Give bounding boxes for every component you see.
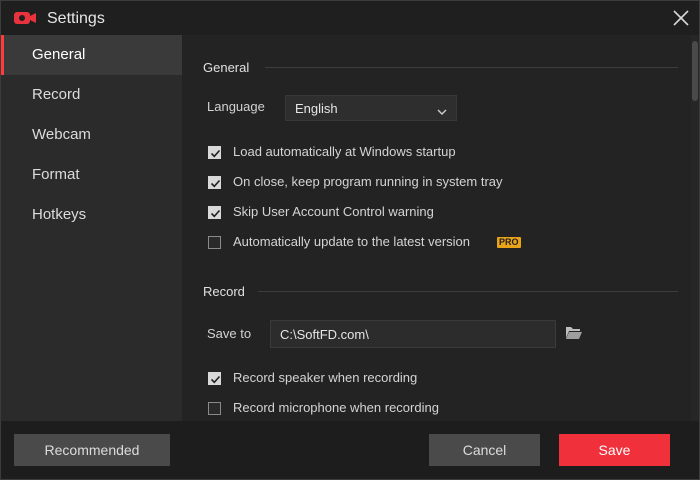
save-to-label: Save to xyxy=(207,326,252,341)
save-path-input[interactable]: C:\SoftFD.com\ xyxy=(270,320,556,348)
sidebar-item-record[interactable]: Record xyxy=(1,75,182,115)
section-title-general: General xyxy=(203,60,250,75)
save-path-value: C:\SoftFD.com\ xyxy=(280,327,369,342)
checkbox-label: Record microphone when recording xyxy=(233,400,439,415)
footer-bar: Recommended Cancel Save xyxy=(1,421,699,479)
checkbox-label: Record speaker when recording xyxy=(233,370,418,385)
checkbox-checked-icon xyxy=(208,372,221,385)
checkbox-label: Automatically update to the latest versi… xyxy=(233,234,471,249)
settings-window: Settings General Record Webcam Format Ho… xyxy=(0,0,700,480)
language-value: English xyxy=(295,101,338,116)
checkbox-unchecked-icon xyxy=(208,402,221,415)
vertical-scrollbar[interactable] xyxy=(691,35,699,421)
checkbox-label: On close, keep program running in system… xyxy=(233,174,503,189)
recommended-button[interactable]: Recommended xyxy=(14,434,170,466)
checkbox-checked-icon xyxy=(208,146,221,159)
settings-panel: General Language English Load automatica… xyxy=(182,35,691,421)
language-label: Language xyxy=(207,99,265,114)
cancel-button[interactable]: Cancel xyxy=(429,434,540,466)
save-button[interactable]: Save xyxy=(559,434,670,466)
checkbox-unchecked-icon xyxy=(208,236,221,249)
pro-badge: PRO xyxy=(497,237,521,248)
sidebar-item-general[interactable]: General xyxy=(1,35,182,75)
scrollbar-thumb[interactable] xyxy=(692,41,698,101)
close-icon[interactable] xyxy=(671,8,691,28)
language-select[interactable]: English xyxy=(285,95,457,121)
window-title: Settings xyxy=(47,10,105,27)
sidebar-item-hotkeys[interactable]: Hotkeys xyxy=(1,195,182,235)
section-divider xyxy=(265,67,678,68)
section-title-record: Record xyxy=(203,284,245,299)
checkbox-checked-icon xyxy=(208,176,221,189)
title-bar: Settings xyxy=(1,1,699,35)
chevron-down-icon xyxy=(437,103,447,121)
sidebar: General Record Webcam Format Hotkeys xyxy=(1,35,182,421)
section-divider xyxy=(258,291,678,292)
checkbox-label: Skip User Account Control warning xyxy=(233,204,434,219)
checkbox-label: Load automatically at Windows startup xyxy=(233,144,456,159)
checkbox-checked-icon xyxy=(208,206,221,219)
sidebar-item-webcam[interactable]: Webcam xyxy=(1,115,182,155)
folder-open-icon[interactable] xyxy=(565,325,583,345)
sidebar-item-format[interactable]: Format xyxy=(1,155,182,195)
app-logo-icon xyxy=(13,10,37,31)
